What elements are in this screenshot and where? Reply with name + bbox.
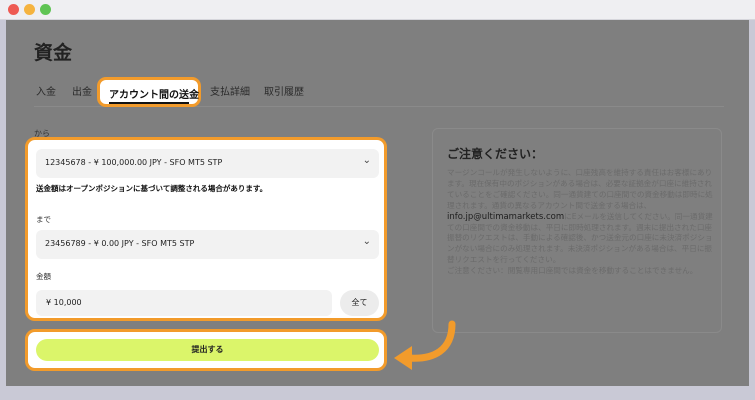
chevron-down-icon: ⌄: [362, 155, 371, 166]
page-title: 資金: [34, 42, 73, 64]
amount-value: ¥ 10,000: [46, 298, 82, 307]
tab-internal-transfer[interactable]: アカウント間の送金: [109, 86, 199, 101]
submit-highlight: 提出する: [25, 329, 387, 371]
active-tab-indicator: [109, 102, 189, 104]
notes-body: マージンコールが発生しないように、口座残高を維持する責任はお客様にあります。現在…: [447, 168, 713, 277]
tab-transaction-history[interactable]: 取引履歴: [264, 83, 304, 98]
submit-button[interactable]: 提出する: [36, 339, 379, 361]
tab-deposit[interactable]: 入金: [36, 83, 56, 98]
close-window-button[interactable]: [8, 4, 19, 15]
notes-paragraph-1: マージンコールが発生しないように、口座残高を維持する責任はお客様にあります。現在…: [447, 168, 713, 210]
app-window: 資金 入金 出金 支払詳細 取引履歴 アカウント間の送金 から 12345678…: [0, 0, 755, 400]
transfer-notice: 送金額はオープンポジションに基づいて調整される場合があります。: [36, 184, 268, 193]
transfer-form-highlight: 12345678 - ¥ 100,000.00 JPY - SFO MT5 ST…: [25, 137, 387, 321]
tab-internal-transfer-highlight: アカウント間の送金: [97, 77, 201, 107]
curved-arrow-icon: [394, 320, 456, 370]
from-account-select[interactable]: 12345678 - ¥ 100,000.00 JPY - SFO MT5 ST…: [36, 149, 379, 178]
notes-paragraph-3: ご注意ください：閲覧専用口座間では資金を移動することはできません。: [447, 266, 698, 276]
page-content: 資金 入金 出金 支払詳細 取引履歴 アカウント間の送金 から 12345678…: [6, 20, 749, 386]
chevron-down-icon: ⌄: [362, 236, 371, 247]
from-account-value: 12345678 - ¥ 100,000.00 JPY - SFO MT5 ST…: [45, 158, 223, 167]
support-email-link[interactable]: info.jp@ultimamarkets.com: [447, 212, 564, 222]
amount-label: 金額: [36, 272, 51, 281]
amount-input[interactable]: ¥ 10,000: [36, 290, 332, 316]
window-titlebar: [0, 0, 755, 20]
tab-withdraw[interactable]: 出金: [72, 83, 92, 98]
maximize-window-button[interactable]: [40, 4, 51, 15]
to-account-value: 23456789 - ¥ 0.00 JPY - SFO MT5 STP: [45, 239, 195, 248]
minimize-window-button[interactable]: [24, 4, 35, 15]
to-account-select[interactable]: 23456789 - ¥ 0.00 JPY - SFO MT5 STP ⌄: [36, 230, 379, 259]
notes-panel: ご注意ください： マージンコールが発生しないように、口座残高を維持する責任はお客…: [432, 128, 722, 333]
notes-title: ご注意ください：: [447, 147, 544, 161]
to-label: まで: [36, 215, 51, 224]
all-amount-button[interactable]: 全て: [340, 290, 379, 316]
tab-payment-details[interactable]: 支払詳細: [210, 83, 250, 98]
